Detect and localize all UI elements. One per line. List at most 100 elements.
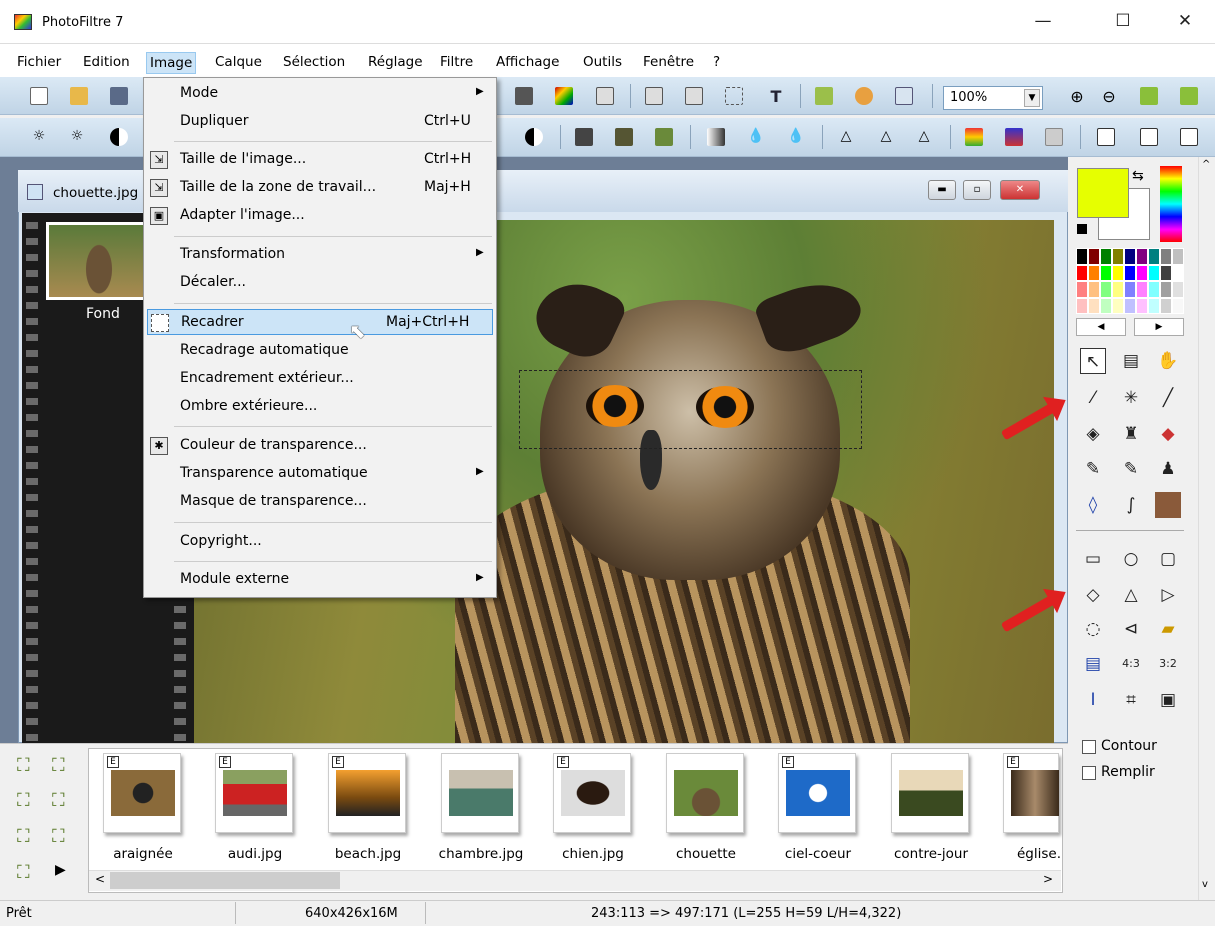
- menu-item-transformation[interactable]: Transformation ▶: [144, 242, 496, 268]
- layer-duplicate-icon[interactable]: ⛶: [52, 755, 65, 776]
- thumbnail[interactable]: [891, 753, 969, 833]
- menu-fenetre[interactable]: Fenêtre: [640, 52, 697, 74]
- canvas-size-icon[interactable]: [685, 87, 703, 105]
- selection-window-icon[interactable]: ▣: [1155, 687, 1181, 713]
- menu-image[interactable]: Image: [146, 52, 197, 74]
- smudge-icon[interactable]: ∫: [1118, 492, 1144, 518]
- rotate-icon[interactable]: [1180, 128, 1198, 146]
- flip-vertical-icon[interactable]: [1140, 128, 1158, 146]
- save-icon[interactable]: [110, 87, 128, 105]
- color-filter-icon[interactable]: [965, 128, 983, 146]
- play-icon[interactable]: ▶: [55, 862, 66, 878]
- thumbnail[interactable]: E: [215, 753, 293, 833]
- menu-item-adapter-image[interactable]: ▣ Adapter l'image...: [144, 203, 496, 229]
- doc-restore-button[interactable]: ▫: [963, 180, 991, 200]
- line-tool-icon[interactable]: ╱: [1155, 385, 1181, 411]
- flip-horizontal-icon[interactable]: [1097, 128, 1115, 146]
- menu-item-recadrage-automatique[interactable]: Recadrage automatique: [144, 338, 496, 364]
- eyedropper-icon[interactable]: ⁄: [1080, 385, 1106, 411]
- brush-icon[interactable]: ✎: [1080, 456, 1106, 482]
- auto-contrast-icon[interactable]: [525, 128, 543, 146]
- palette-prev-button[interactable]: ◀: [1076, 318, 1126, 336]
- zoom-select[interactable]: 100% ▼: [943, 86, 1043, 110]
- eraser-icon[interactable]: ◆: [1155, 421, 1181, 447]
- menu-item-couleur-transparence[interactable]: ✱ Couleur de transparence...: [144, 433, 496, 459]
- text-tool-icon[interactable]: T: [767, 87, 785, 106]
- menu-item-module-externe[interactable]: Module externe ▶: [144, 567, 496, 593]
- fit-window-icon[interactable]: [1140, 87, 1158, 105]
- contrast-icon[interactable]: [110, 128, 128, 146]
- lasso-icon[interactable]: ◌: [1080, 616, 1106, 642]
- text-selection-icon[interactable]: Ⅰ: [1080, 687, 1106, 713]
- layer-new-icon[interactable]: ⛶: [17, 755, 30, 776]
- triangle-right-shape-icon[interactable]: ▷: [1155, 582, 1181, 608]
- menu-selection[interactable]: Sélection: [280, 52, 348, 74]
- menu-item-copyright[interactable]: Copyright...: [144, 529, 496, 555]
- menu-filtre[interactable]: Filtre: [437, 52, 476, 74]
- fill-bucket-icon[interactable]: ◈: [1080, 421, 1106, 447]
- filter-sepia-icon[interactable]: [615, 128, 633, 146]
- gradient-icon[interactable]: [707, 128, 725, 146]
- layer-manager-icon[interactable]: ▤: [1118, 348, 1144, 374]
- layers-icon[interactable]: [815, 87, 833, 105]
- crop-icon[interactable]: [725, 87, 743, 105]
- swap-colors-icon[interactable]: ⇆: [1132, 168, 1144, 184]
- thumbnail[interactable]: E: [1003, 753, 1059, 833]
- blur-drop-icon[interactable]: ◊: [1080, 492, 1106, 518]
- thumbnail[interactable]: [666, 753, 744, 833]
- sharpen-more-icon[interactable]: △: [877, 128, 895, 146]
- transparency-icon[interactable]: [596, 87, 614, 105]
- new-file-icon[interactable]: [30, 87, 48, 105]
- layer-merge-icon[interactable]: ⛶: [17, 790, 30, 811]
- invert-icon[interactable]: [1005, 128, 1023, 146]
- window-icon[interactable]: [895, 87, 913, 105]
- filter-green-icon[interactable]: [655, 128, 673, 146]
- palette-next-button[interactable]: ▶: [1134, 318, 1184, 336]
- doc-minimize-button[interactable]: ▬: [928, 180, 956, 200]
- open-folder-icon[interactable]: [70, 87, 88, 105]
- menu-item-encadrement-exterieur[interactable]: Encadrement extérieur...: [144, 366, 496, 392]
- blur-icon[interactable]: 💧: [747, 128, 765, 146]
- brightness-minus-icon[interactable]: ☼: [30, 128, 48, 146]
- select-arrow-icon[interactable]: ↖: [1080, 348, 1106, 374]
- emboss-icon[interactable]: △: [915, 128, 933, 146]
- maximize-button[interactable]: ☐: [1100, 6, 1146, 36]
- thumbnail[interactable]: E: [103, 753, 181, 833]
- menu-item-masque-transparence[interactable]: Masque de transparence...: [144, 489, 496, 515]
- menu-fichier[interactable]: Fichier: [14, 52, 64, 74]
- thumbnail[interactable]: E: [553, 753, 631, 833]
- actual-size-icon[interactable]: [1180, 87, 1198, 105]
- color-spectrum[interactable]: [1160, 166, 1182, 242]
- menu-item-mode[interactable]: Mode ▶: [144, 81, 496, 107]
- hand-tool-icon[interactable]: ✋: [1155, 348, 1181, 374]
- layer-delete-icon[interactable]: ⛶: [17, 862, 30, 883]
- close-button[interactable]: ✕: [1162, 6, 1208, 36]
- plugin-icon[interactable]: [855, 87, 873, 105]
- menu-item-taille-zone-travail[interactable]: ⇲ Taille de la zone de travail... Maj+H: [144, 175, 496, 201]
- select-all-icon[interactable]: ⌗: [1118, 687, 1144, 713]
- layer-options-icon[interactable]: ⛶: [17, 826, 30, 847]
- zoom-out-icon[interactable]: ⊖: [1100, 87, 1118, 106]
- scrollbar-thumb[interactable]: [110, 872, 340, 889]
- clone-icon[interactable]: [1155, 492, 1181, 518]
- sharpen-icon[interactable]: △: [837, 128, 855, 146]
- stamp-icon[interactable]: ♟: [1155, 456, 1181, 482]
- thumbnail[interactable]: E: [328, 753, 406, 833]
- polygon-lasso-icon[interactable]: ⊲: [1118, 616, 1144, 642]
- image-size-icon[interactable]: [645, 87, 663, 105]
- triangle-shape-icon[interactable]: △: [1118, 582, 1144, 608]
- menu-reglage[interactable]: Réglage: [365, 52, 426, 74]
- doc-close-button[interactable]: ✕: [1000, 180, 1040, 200]
- blur-more-icon[interactable]: 💧: [787, 128, 805, 146]
- menu-outils[interactable]: Outils: [580, 52, 625, 74]
- scroll-right-icon[interactable]: >: [1043, 872, 1053, 886]
- ratio-4-3-icon[interactable]: 4:3: [1118, 651, 1144, 677]
- menu-item-taille-image[interactable]: ⇲ Taille de l'image... Ctrl+H: [144, 147, 496, 173]
- contour-checkbox[interactable]: [1082, 740, 1096, 754]
- rounded-rect-shape-icon[interactable]: ▢: [1155, 546, 1181, 572]
- layer-properties-icon[interactable]: ⛶: [52, 826, 65, 847]
- advanced-brush-icon[interactable]: ✎: [1118, 456, 1144, 482]
- ratio-3-2-icon[interactable]: 3:2: [1155, 651, 1181, 677]
- menu-item-decaler[interactable]: Décaler...: [144, 270, 496, 296]
- rectangle-shape-icon[interactable]: ▭: [1080, 546, 1106, 572]
